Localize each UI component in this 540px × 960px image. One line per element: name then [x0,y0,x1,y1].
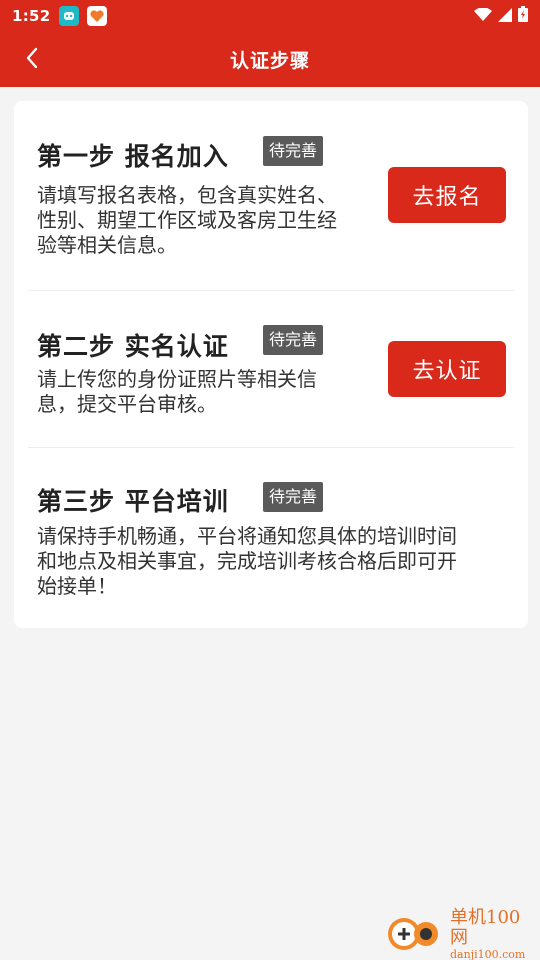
status-time: 1:52 [12,7,51,25]
step-title: 第二步 实名认证 [37,332,229,361]
heart-app-icon [86,6,107,26]
watermark-url: danji100.com [450,947,526,960]
watermark: 单机100网 danji100.com [384,906,534,960]
page-title: 认证步骤 [229,50,310,72]
status-badge: 待完善 [263,325,324,355]
verify-button[interactable]: 去认证 [388,341,506,397]
battery-icon [518,6,528,26]
step-description: 请保持手机畅通，平台将通知您具体的培训时间 和地点及相关事宜，完成培训考核合格后… [37,524,507,599]
step-description-line: 验等相关信息。 [37,233,177,257]
status-bar: 1:52 [0,0,540,32]
step-description-line: 始接单！ [37,574,117,598]
app-notification-icon [58,6,79,26]
step-description-line: 请上传您的身份证照片等相关信 [37,367,317,391]
step-item: 第一步 报名加入 待完善 请填写报名表格，包含真实姓名、 性别、期望工作区域及客… [14,101,528,290]
signal-icon [498,7,512,26]
chevron-left-icon [25,47,39,73]
step-description-line: 请填写报名表格，包含真实姓名、 [37,183,337,207]
wifi-icon [474,6,492,26]
step-description: 请填写报名表格，包含真实姓名、 性别、期望工作区域及客房卫生经 验等相关信息。 [37,183,337,258]
step-item: 第三步 平台培训 待完善 请保持手机畅通，平台将通知您具体的培训时间 和地点及相… [14,448,528,628]
step-description-line: 性别、期望工作区域及客房卫生经 [37,208,337,232]
steps-card: 第一步 报名加入 待完善 请填写报名表格，包含真实姓名、 性别、期望工作区域及客… [14,101,528,628]
watermark-logo-icon [384,910,444,958]
step-title: 第一步 报名加入 [37,142,229,171]
back-button[interactable] [12,32,52,87]
step-description-line: 请保持手机畅通，平台将通知您具体的培训时间 [37,524,457,548]
step-item: 第二步 实名认证 待完善 请上传您的身份证照片等相关信 息，提交平台审核。 去认… [14,291,528,447]
status-indicators [474,6,528,26]
step-description-line: 和地点及相关事宜，完成培训考核合格后即可开 [37,549,457,573]
step-description-line: 息，提交平台审核。 [37,392,217,416]
status-badge: 待完善 [263,136,324,166]
status-badge: 待完善 [263,482,324,512]
app-bar: 认证步骤 [0,32,540,87]
signup-button[interactable]: 去报名 [388,167,506,223]
step-title: 第三步 平台培训 [37,487,229,516]
watermark-text: 单机100网 [450,906,521,948]
step-description: 请上传您的身份证照片等相关信 息，提交平台审核。 [37,367,317,417]
